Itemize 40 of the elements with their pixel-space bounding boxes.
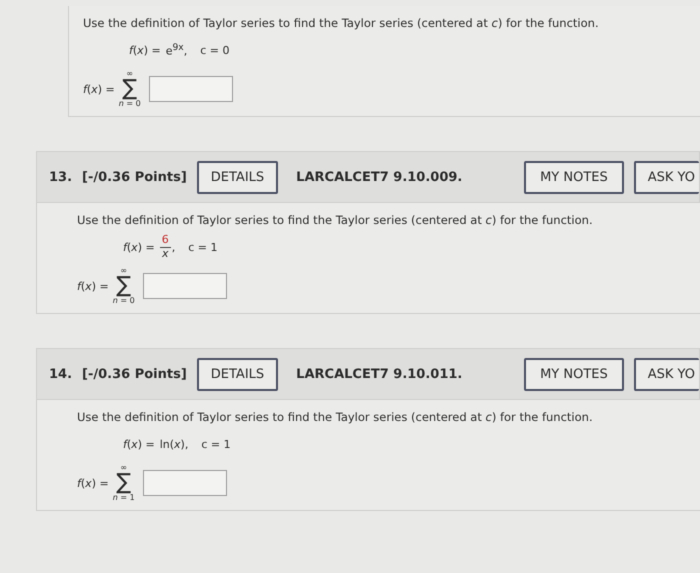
question-prompt: Use the definition of Taylor series to find the Taylor series (centered at c) for the function. xyxy=(77,213,594,227)
sigma-symbol: ∑ xyxy=(116,472,132,494)
answer-field[interactable] xyxy=(142,470,227,496)
question-number: 14. xyxy=(49,366,72,382)
ask-button[interactable]: ASK YO xyxy=(634,358,699,390)
lower-limit: n = 1 xyxy=(112,494,135,502)
ask-button[interactable]: ASK YO xyxy=(634,160,699,194)
upper-limit: ∞ xyxy=(120,464,128,472)
sum-label: f(x) = xyxy=(77,280,109,292)
function-label: f(x) = xyxy=(129,44,161,56)
function-label: f(x) = xyxy=(123,240,155,254)
answer-field[interactable] xyxy=(142,273,227,299)
details-button[interactable]: DETAILS xyxy=(196,358,278,390)
points-label: [-/0.36 Points] xyxy=(82,366,187,382)
problem-code: LARCALCET7 9.10.011. xyxy=(296,366,462,382)
sigma-symbol: ∑ xyxy=(116,275,132,297)
question-number: 13. xyxy=(49,170,72,184)
function-expression: e$^{9x}$, xyxy=(166,42,188,58)
sum-label: f(x) = xyxy=(77,476,109,490)
answer-field[interactable] xyxy=(148,76,233,102)
my-notes-button[interactable]: MY NOTES xyxy=(524,160,624,194)
problem-code: LARCALCET7 9.10.009. xyxy=(296,170,462,184)
points-label: [-/0.36 Points] xyxy=(82,170,187,184)
comma: , xyxy=(172,240,176,254)
center-value: c = 1 xyxy=(188,240,218,254)
lower-limit: n = 0 xyxy=(118,100,141,108)
question-prompt: Use the definition of Taylor series to find the Taylor series (centered at c) for the function. xyxy=(83,16,600,30)
upper-limit: ∞ xyxy=(120,267,128,275)
center-value: c = 0 xyxy=(200,44,230,56)
fraction: 6 x xyxy=(160,234,171,260)
details-button[interactable]: DETAILS xyxy=(196,160,278,194)
my-notes-button[interactable]: MY NOTES xyxy=(524,358,624,390)
sigma-symbol: ∑ xyxy=(122,78,138,100)
question-prompt: Use the definition of Taylor series to find the Taylor series (centered at c) for the function. xyxy=(77,410,594,424)
sum-label: f(x) = xyxy=(83,82,115,96)
center-value: c = 1 xyxy=(201,438,231,450)
lower-limit: n = 0 xyxy=(112,297,135,305)
function-expression: ln(x), xyxy=(160,438,188,450)
function-label: f(x) = xyxy=(123,438,155,450)
upper-limit: ∞ xyxy=(126,70,134,78)
